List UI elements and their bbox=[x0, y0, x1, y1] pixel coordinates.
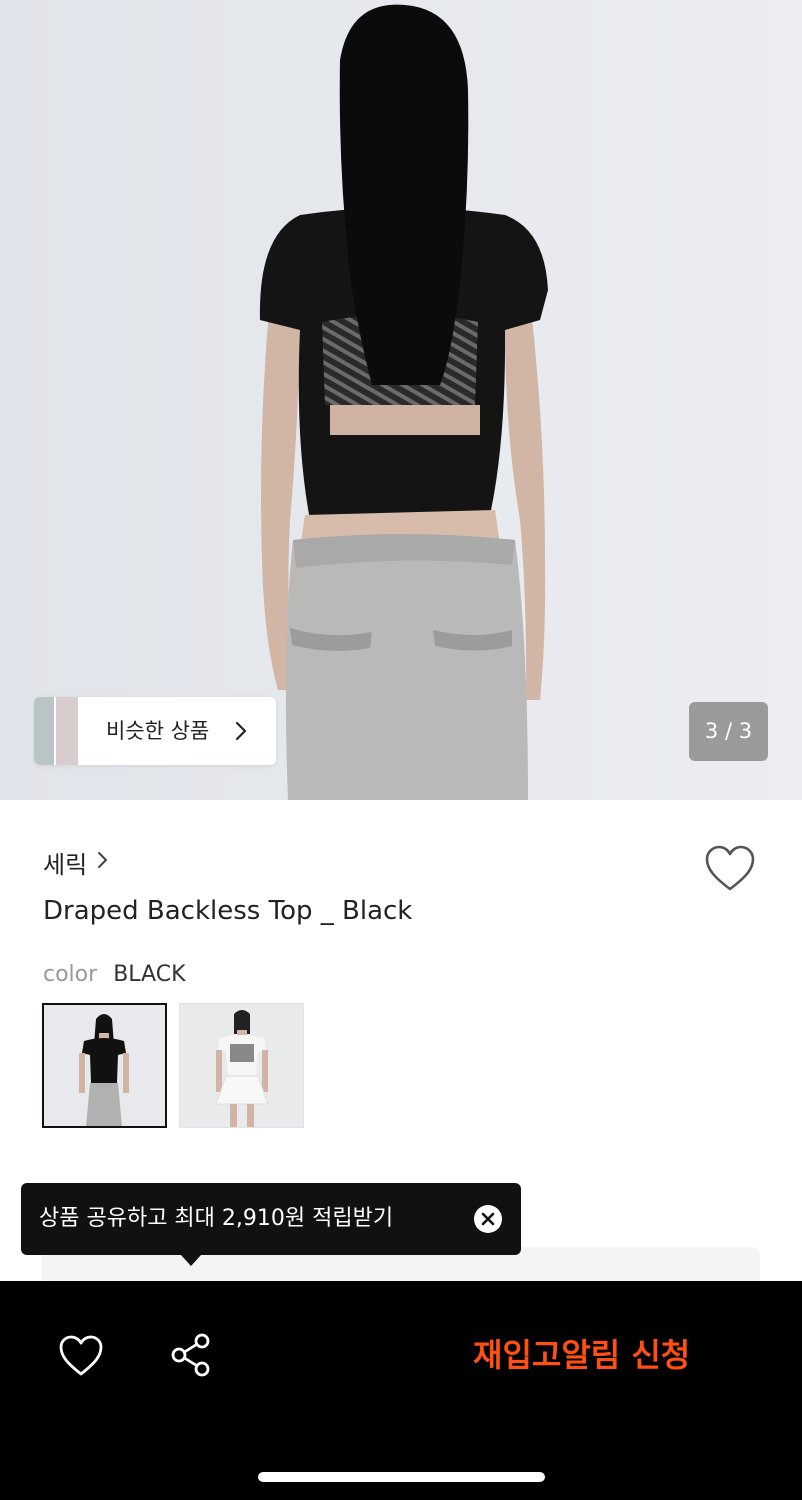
product-image-carousel[interactable]: 비슷한 상품 3 / 3 bbox=[0, 0, 802, 800]
tooltip-text: 상품 공유하고 최대 2,910원 적립받기 bbox=[39, 1206, 394, 1231]
bottom-action-bar: 재입고알림 신청 bbox=[0, 1281, 802, 1500]
heart-outline-icon[interactable] bbox=[58, 1334, 104, 1378]
similar-products-button[interactable]: 비슷한 상품 bbox=[34, 697, 276, 765]
product-title: Draped Backless Top _ Black bbox=[43, 896, 413, 926]
tooltip-arrow bbox=[181, 1255, 201, 1266]
wishlist-heart-icon[interactable] bbox=[704, 844, 756, 894]
image-counter: 3 / 3 bbox=[689, 702, 768, 761]
color-value: BLACK bbox=[113, 962, 186, 987]
brand-link[interactable]: 세릭 bbox=[43, 846, 109, 879]
color-selector-label: color BLACK bbox=[43, 962, 186, 987]
chevron-right-icon bbox=[97, 850, 109, 874]
home-indicator bbox=[258, 1472, 545, 1482]
close-circle-icon[interactable] bbox=[473, 1204, 503, 1234]
color-swatch-white[interactable] bbox=[179, 1003, 304, 1128]
brand-name: 세릭 bbox=[43, 850, 88, 879]
share-icon[interactable] bbox=[168, 1332, 214, 1378]
restock-alert-button[interactable]: 재입고알림 신청 bbox=[473, 1331, 690, 1379]
color-swatch-black[interactable] bbox=[42, 1003, 167, 1128]
color-label: color bbox=[43, 962, 98, 987]
similar-products-thumbnails bbox=[34, 697, 78, 765]
share-reward-tooltip: 상품 공유하고 최대 2,910원 적립받기 bbox=[21, 1183, 521, 1266]
product-photo bbox=[0, 0, 802, 800]
similar-products-label: 비슷한 상품 bbox=[106, 719, 210, 743]
